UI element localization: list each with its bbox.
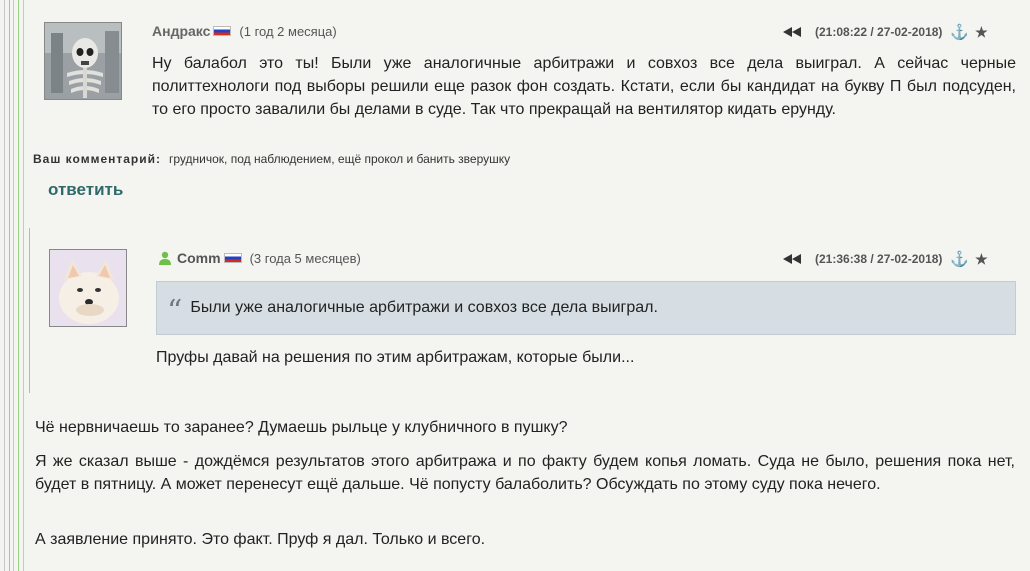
star-icon[interactable]: ★ <box>975 24 988 41</box>
rewind-icon[interactable] <box>783 254 803 264</box>
thread-line <box>23 0 24 571</box>
reply-link[interactable]: ответить <box>48 180 123 200</box>
reply-paragraph: Чё нервничаешь то заранее? Думаешь рыльц… <box>35 419 568 436</box>
author-tenure: (3 года 5 месяцев) <box>249 250 361 266</box>
author-tenure: (1 год 2 месяца) <box>239 23 337 39</box>
author-row: Андракс (1 год 2 месяца) <box>152 23 337 39</box>
comment-meta: (21:36:38 / 27-02-2018) ⚓ ★ <box>783 250 988 268</box>
quote-text: Были уже аналогичные арбитражи и совхоз … <box>190 299 658 316</box>
comment-timestamp[interactable]: (21:36:38 / 27-02-2018) <box>815 252 942 266</box>
user-online-icon <box>158 251 172 265</box>
thread-line <box>18 0 19 571</box>
thread-line <box>9 0 10 571</box>
reply-paragraph: А заявление принято. Это факт. Пруф я да… <box>35 531 486 548</box>
avatar[interactable] <box>44 22 122 100</box>
quote-icon: “ <box>167 294 183 329</box>
thread-line <box>13 0 14 571</box>
flag-ru-icon <box>213 26 232 36</box>
avatar[interactable] <box>49 249 127 327</box>
comment-meta: (21:08:22 / 27-02-2018) ⚓ ★ <box>783 23 988 41</box>
star-icon[interactable]: ★ <box>975 251 988 268</box>
author-name[interactable]: Comm <box>177 250 221 266</box>
moderator-comment: Ваш комментарий: грудничок, под наблюдени… <box>33 152 510 166</box>
dog-avatar-image <box>50 250 126 326</box>
rewind-icon[interactable] <box>783 27 803 37</box>
comment-body: Ну балабол это ты! Были уже аналогичные … <box>152 55 1016 118</box>
comment-body: Пруфы давай на решения по этим арбитража… <box>156 349 635 366</box>
anchor-icon[interactable]: ⚓ <box>950 23 969 41</box>
thread-line <box>29 228 30 393</box>
comment-timestamp[interactable]: (21:08:22 / 27-02-2018) <box>815 25 942 39</box>
anchor-icon[interactable]: ⚓ <box>950 250 969 268</box>
thread-line <box>4 0 5 571</box>
skeleton-avatar-image <box>45 23 121 99</box>
moderator-comment-value: грудничок, под наблюдением, ещё прокол и… <box>169 152 511 166</box>
reply-paragraph: Я же сказал выше - дождёмся результатов … <box>35 453 1015 493</box>
author-name[interactable]: Андракс <box>152 23 210 39</box>
moderator-comment-label: Ваш комментарий: <box>33 152 162 166</box>
quote-block: “ Были уже аналогичные арбитражи и совхо… <box>156 281 1016 335</box>
flag-ru-icon <box>223 253 242 263</box>
author-row: Comm (3 года 5 месяцев) <box>158 250 361 266</box>
